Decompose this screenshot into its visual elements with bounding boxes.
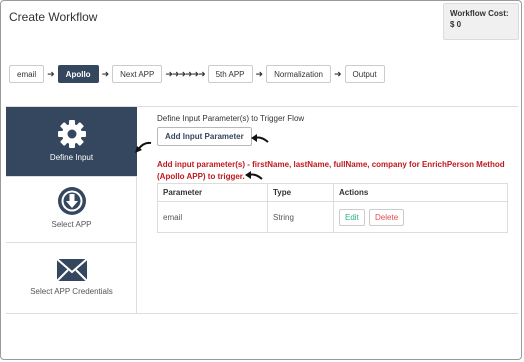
sidebar-item-label: Define Input <box>49 153 94 162</box>
define-input-heading: Define Input Parameter(s) to Trigger Flo… <box>157 114 305 123</box>
divider <box>6 313 518 314</box>
step-apollo[interactable]: Apollo <box>57 65 99 83</box>
pointer-arrow-icon <box>245 171 263 180</box>
arrow-icon: ➜ <box>47 69 55 79</box>
step-normalization[interactable]: Normalization <box>266 65 331 83</box>
table-row: email String Edit Delete <box>157 201 508 233</box>
sidebar-item-select-app-credentials[interactable]: Select APP Credentials <box>6 243 137 313</box>
column-header-parameter: Parameter <box>157 183 268 202</box>
page-title: Create Workflow <box>9 10 98 24</box>
arrow-chain-icon: ➜➜➜➜➜➜ <box>165 69 205 79</box>
gear-icon <box>57 119 87 149</box>
pointer-arrow-icon <box>251 134 269 143</box>
pointer-arrow-icon <box>135 141 152 153</box>
arrow-icon: ➜ <box>255 69 264 79</box>
add-input-parameter-button[interactable]: Add Input Parameter <box>157 127 252 146</box>
sidebar-item-define-input[interactable]: Define Input <box>6 107 137 177</box>
sidebar-item-label: Select APP <box>51 220 92 229</box>
sidebar-item-label: Select APP Credentials <box>30 287 113 296</box>
column-header-type: Type <box>267 183 334 202</box>
table-header-row: Parameter Type Actions <box>157 183 508 202</box>
download-circle-icon <box>57 186 87 216</box>
step-email[interactable]: email <box>9 65 45 83</box>
actions-cell: Edit Delete <box>333 201 508 233</box>
parameters-table: Parameter Type Actions email String Edit… <box>157 183 508 233</box>
envelope-icon <box>55 257 88 283</box>
step-5th-app[interactable]: 5th APP <box>207 65 253 83</box>
workflow-cost-badge: Workflow Cost: $ 0 <box>443 3 519 40</box>
workflow-pipeline: email ➜ Apollo ➜ Next APP ➜➜➜➜➜➜ 5th APP… <box>9 65 385 83</box>
edit-button[interactable]: Edit <box>339 208 365 226</box>
sidebar-item-select-app[interactable]: Select APP <box>6 177 137 243</box>
hint-text: Add input parameter(s) - firstName, last… <box>157 160 505 181</box>
arrow-icon: ➜ <box>333 69 342 79</box>
step-output[interactable]: Output <box>344 65 385 83</box>
arrow-icon: ➜ <box>101 69 110 79</box>
type-cell: String <box>267 201 334 233</box>
delete-button[interactable]: Delete <box>369 208 405 226</box>
column-header-actions: Actions <box>333 183 508 202</box>
parameter-cell: email <box>157 201 268 233</box>
sidebar: Define Input Select APP Select APP Crede… <box>6 107 137 313</box>
step-next-app[interactable]: Next APP <box>112 65 163 83</box>
